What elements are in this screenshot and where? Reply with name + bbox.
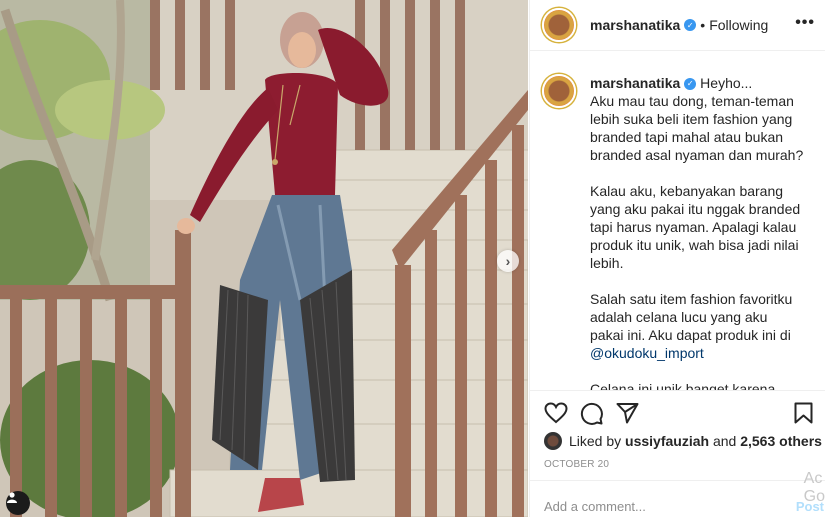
liker-username-link[interactable]: ussiyfauziah bbox=[625, 433, 709, 449]
caption-text: marshanatika ✓ Heyho... Aku mau tau dong,… bbox=[590, 74, 804, 390]
likes-others-link[interactable]: 2,563 others bbox=[740, 433, 822, 449]
more-options-icon[interactable]: ••• bbox=[795, 14, 815, 32]
header-separator: • bbox=[700, 17, 706, 33]
bookmark-icon[interactable] bbox=[794, 402, 813, 424]
post-header: marshanatika ✓ • Following ••• bbox=[530, 0, 825, 51]
action-bar bbox=[530, 390, 825, 434]
photo-illustration bbox=[0, 0, 528, 517]
caption-greeting: Heyho... bbox=[700, 75, 753, 91]
post-photo[interactable]: › bbox=[0, 0, 528, 517]
mention-link[interactable]: @okudoku_import bbox=[590, 345, 704, 361]
likes-middle: and bbox=[712, 433, 737, 449]
post-panel: marshanatika ✓ • Following ••• marshanat… bbox=[529, 0, 825, 517]
likes-summary: Liked by ussiyfauziah and 2,563 others bbox=[544, 432, 822, 450]
comment-bar: Post bbox=[530, 480, 825, 517]
caption-scroll-area[interactable]: marshanatika ✓ Heyho... Aku mau tau dong,… bbox=[530, 52, 825, 390]
caption-username-link[interactable]: marshanatika bbox=[590, 75, 680, 91]
caption-paragraph-4: Celana ini unik banget karena perpaduan … bbox=[590, 381, 776, 390]
next-photo-button[interactable]: › bbox=[497, 250, 519, 272]
heart-icon[interactable] bbox=[544, 402, 568, 424]
avatar[interactable] bbox=[542, 8, 576, 42]
following-button[interactable]: Following bbox=[709, 17, 768, 33]
verified-badge-icon: ✓ bbox=[684, 19, 697, 31]
paper-plane-icon[interactable] bbox=[616, 402, 639, 424]
liker-avatar[interactable] bbox=[544, 432, 562, 450]
likes-prefix: Liked by bbox=[569, 433, 622, 449]
post-date[interactable]: OCTOBER 20 bbox=[544, 459, 609, 470]
username-link[interactable]: marshanatika bbox=[590, 17, 680, 33]
comment-input[interactable] bbox=[544, 499, 764, 514]
caption-paragraph-3: Salah satu item fashion favoritku adalah… bbox=[590, 291, 793, 343]
chevron-right-icon: › bbox=[505, 253, 511, 269]
caption-paragraph-2: Kalau aku, kebanyakan barang yang aku pa… bbox=[590, 183, 801, 271]
comment-icon[interactable] bbox=[580, 402, 603, 425]
os-activation-watermark: Ac Go bbox=[803, 470, 825, 505]
caption-avatar[interactable] bbox=[542, 74, 576, 108]
verified-badge-icon: ✓ bbox=[684, 78, 697, 91]
caption-row: marshanatika ✓ Heyho... Aku mau tau dong,… bbox=[542, 74, 814, 390]
caption-paragraph-1: Aku mau tau dong, teman-teman lebih suka… bbox=[590, 93, 804, 163]
user-tag-icon bbox=[7, 492, 17, 503]
tagged-users-button[interactable] bbox=[6, 491, 30, 515]
